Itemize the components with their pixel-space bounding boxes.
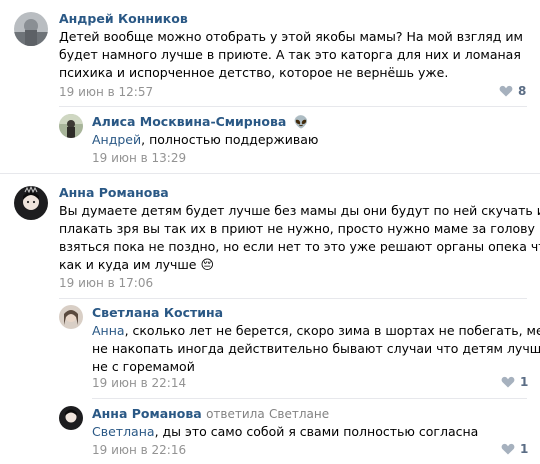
comment-date[interactable]: 19 июн в 22:16 bbox=[92, 443, 186, 457]
comment-text: Андрей, полностью поддерживаю bbox=[92, 132, 319, 147]
alien-emoji: 👽 bbox=[293, 115, 309, 129]
like-button[interactable]: 8 bbox=[499, 84, 526, 98]
separator bbox=[92, 398, 527, 399]
like-count: 1 bbox=[520, 442, 529, 456]
comment-author[interactable]: Алиса Москвина-Смирнова 👽 bbox=[92, 114, 309, 129]
comment-author[interactable]: Анна Романова bbox=[59, 185, 169, 200]
separator bbox=[59, 106, 527, 107]
comment-text: Анна, сколько лет не берется, скоро зима… bbox=[92, 323, 540, 374]
replied-to-link[interactable]: Светлане bbox=[269, 407, 329, 421]
comment-text: Детей вообще можно отобрать у этой якобы… bbox=[59, 29, 523, 80]
avatar[interactable] bbox=[14, 186, 48, 220]
pensive-emoji: 😔 bbox=[200, 258, 215, 273]
like-button[interactable]: 1 bbox=[501, 442, 528, 456]
heart-icon bbox=[499, 85, 513, 97]
replied-to-label: ответила bbox=[206, 407, 265, 421]
avatar[interactable] bbox=[59, 305, 83, 329]
heart-icon bbox=[501, 443, 515, 455]
like-button[interactable]: 1 bbox=[501, 375, 528, 389]
like-count: 1 bbox=[520, 375, 529, 389]
comment-date[interactable]: 19 июн в 13:29 bbox=[92, 151, 186, 165]
comment-date[interactable]: 19 июн в 22:14 bbox=[92, 376, 186, 390]
like-count: 8 bbox=[518, 84, 527, 98]
comment-author[interactable]: Светлана Костина bbox=[92, 305, 223, 320]
avatar[interactable] bbox=[59, 114, 83, 138]
mention-link[interactable]: Анна bbox=[92, 323, 125, 338]
separator bbox=[59, 298, 527, 299]
comment-author[interactable]: Андрей Конников bbox=[59, 11, 188, 26]
avatar[interactable] bbox=[59, 406, 83, 430]
comment-text: Вы думаете детям будет лучше без мамы ды… bbox=[59, 203, 540, 273]
separator bbox=[0, 173, 540, 174]
heart-icon bbox=[501, 376, 515, 388]
comment-date[interactable]: 19 июн в 12:57 bbox=[59, 85, 153, 99]
comment-author[interactable]: Анна Романова ответила Светлане bbox=[92, 406, 329, 421]
comment-date[interactable]: 19 июн в 17:06 bbox=[59, 276, 153, 290]
mention-link[interactable]: Светлана bbox=[92, 424, 155, 439]
comment-text: Светлана, ды это само собой я свами полн… bbox=[92, 424, 479, 439]
avatar[interactable] bbox=[14, 12, 48, 46]
mention-link[interactable]: Андрей bbox=[92, 132, 141, 147]
